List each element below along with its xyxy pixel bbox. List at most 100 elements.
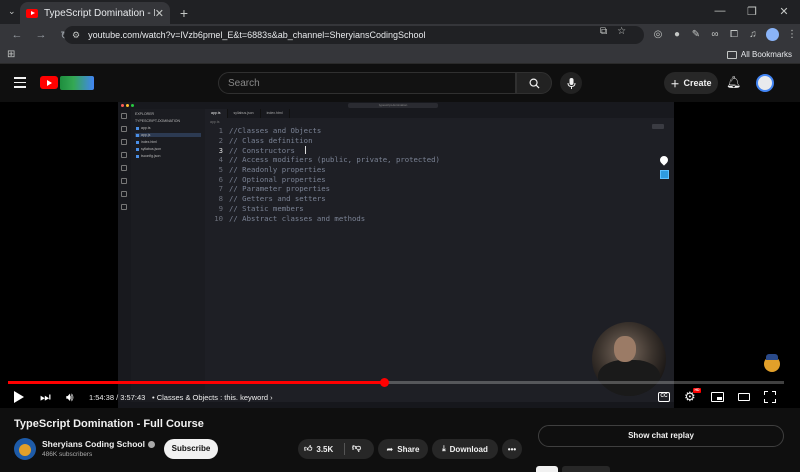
code-line: 5 // Readonly properties bbox=[205, 165, 440, 175]
youtube-doodle[interactable] bbox=[60, 76, 94, 90]
line-number: 9 bbox=[218, 203, 223, 213]
activity-bar bbox=[118, 109, 131, 408]
line-number: 5 bbox=[218, 165, 223, 175]
media-control-icon[interactable]: ♫ bbox=[747, 29, 759, 41]
create-button[interactable]: ＋ Create bbox=[664, 72, 718, 94]
search-input[interactable]: Search bbox=[218, 72, 516, 94]
filter-chip[interactable] bbox=[536, 466, 558, 472]
open-in-app-icon[interactable]: ⧉ bbox=[600, 26, 607, 37]
puzzle-extensions-icon[interactable]: ⧠ bbox=[728, 29, 740, 41]
all-bookmarks-label: All Bookmarks bbox=[740, 50, 792, 59]
share-icon: ➦ bbox=[386, 444, 394, 454]
progress-bar[interactable] bbox=[8, 378, 784, 387]
code-text: // Static members bbox=[229, 203, 304, 213]
like-count: 3.5K bbox=[316, 444, 334, 454]
back-button[interactable]: ← bbox=[8, 29, 26, 41]
editor-titlebar: typescript-domination bbox=[118, 102, 674, 109]
subscriber-count: 486K subscribers bbox=[42, 451, 93, 458]
plus-icon: ＋ bbox=[670, 78, 680, 89]
chapter-button[interactable]: • Classes & Objects : this. keyword › bbox=[152, 393, 273, 402]
site-info-icon[interactable]: ⚙ bbox=[72, 30, 80, 41]
line-number: 8 bbox=[218, 194, 223, 204]
presenter-webcam bbox=[592, 322, 666, 396]
line-number: 3 bbox=[218, 145, 223, 155]
video-frame-code-editor: typescript-domination EXPLORER TYPESCRIP… bbox=[118, 102, 674, 408]
notifications-bell-icon[interactable]: 🔔︎ bbox=[726, 75, 741, 89]
code-line: 7 // Parameter properties bbox=[205, 184, 440, 194]
file-item: index.html bbox=[135, 140, 201, 144]
player-controls: ⏭︎ 🔊︎ 1:54:38 / 3:57:43 • Classes & Obje… bbox=[0, 387, 800, 407]
code-text: // Access modifiers (public, private, pr… bbox=[229, 155, 440, 165]
volume-icon[interactable]: 🔊︎ bbox=[66, 390, 74, 404]
code-text: // Class definition bbox=[229, 136, 313, 146]
channel-name[interactable]: Sheryians Coding School bbox=[42, 439, 155, 449]
apps-grid-icon[interactable]: ⊞ bbox=[7, 49, 15, 60]
video-player[interactable]: typescript-domination EXPLORER TYPESCRIP… bbox=[0, 102, 800, 408]
filter-chip[interactable] bbox=[562, 466, 610, 472]
channel-avatar[interactable] bbox=[14, 438, 36, 460]
eyedropper-icon[interactable]: ✎ bbox=[690, 29, 702, 41]
channel-name-text: Sheryians Coding School bbox=[42, 439, 145, 449]
link-extension-icon[interactable]: ∞ bbox=[709, 29, 721, 41]
more-actions-button[interactable]: ••• bbox=[502, 439, 522, 459]
profile-avatar[interactable] bbox=[766, 28, 779, 41]
fullscreen-icon[interactable] bbox=[764, 391, 776, 403]
code-line: 8 // Getters and setters bbox=[205, 194, 440, 204]
extension-icon[interactable]: ◎ bbox=[652, 29, 664, 41]
chevron-right-icon: › bbox=[270, 393, 273, 402]
search-button[interactable] bbox=[516, 72, 552, 94]
address-bar[interactable]: ⚙ youtube.com/watch?v=lVzb6pmel_E&t=6883… bbox=[64, 26, 644, 44]
file-item: tsconfig.json bbox=[135, 154, 201, 158]
microphone-icon bbox=[567, 77, 575, 89]
new-tab-button[interactable]: + bbox=[174, 2, 194, 24]
location-pin-icon bbox=[658, 154, 670, 166]
scrubber-handle[interactable] bbox=[379, 378, 389, 387]
theater-mode-icon[interactable] bbox=[738, 393, 750, 401]
line-number: 7 bbox=[218, 184, 223, 194]
channel-watermark-icon[interactable] bbox=[764, 354, 780, 372]
search-icon bbox=[529, 78, 540, 89]
share-button[interactable]: ➦ Share bbox=[378, 439, 428, 459]
video-title: TypeScript Domination - Full Course bbox=[14, 418, 204, 430]
tab-search-icon[interactable]: ⌄ bbox=[8, 6, 16, 17]
show-chat-replay-button[interactable]: Show chat replay bbox=[538, 425, 784, 447]
subtitles-button[interactable]: CC bbox=[658, 392, 670, 402]
thumbs-down-icon[interactable]: 👎︎ bbox=[352, 442, 361, 453]
line-number: 6 bbox=[218, 174, 223, 184]
line-number: 10 bbox=[214, 213, 223, 223]
hd-badge: HD bbox=[693, 388, 701, 393]
window-dots bbox=[121, 104, 134, 107]
code-text: //Classes and Objects bbox=[229, 126, 322, 136]
tab-close-icon[interactable]: ✕ bbox=[155, 7, 164, 20]
code-line: 10 // Abstract classes and methods bbox=[205, 213, 440, 223]
close-window-button[interactable]: ✕ bbox=[768, 0, 800, 22]
editor-breadcrumb: app.ts bbox=[210, 120, 220, 124]
maximize-button[interactable]: ❐ bbox=[736, 0, 768, 22]
code-line: 1 //Classes and Objects bbox=[205, 126, 440, 136]
minimize-button[interactable]: — bbox=[704, 0, 736, 22]
video-overlay-icons bbox=[658, 154, 670, 179]
next-video-icon[interactable]: ⏭︎ bbox=[40, 390, 51, 404]
extensions-area: ◎ ● ✎ ∞ ⧠ ♫ ⋮ bbox=[652, 28, 798, 41]
browser-menu-icon[interactable]: ⋮ bbox=[786, 29, 798, 41]
bookmark-star-icon[interactable]: ☆ bbox=[617, 26, 626, 37]
download-button[interactable]: ⤓ Download bbox=[432, 439, 498, 459]
browser-tab[interactable]: TypeScript Domination - Full Co ✕ bbox=[20, 2, 170, 24]
youtube-header: Search ＋ Create 🔔︎ bbox=[0, 64, 800, 102]
forward-button[interactable]: → bbox=[32, 29, 50, 41]
subscribe-button[interactable]: Subscribe bbox=[164, 439, 218, 459]
youtube-logo-icon[interactable] bbox=[40, 76, 58, 89]
play-icon[interactable] bbox=[14, 391, 24, 403]
code-text: // Optional properties bbox=[229, 174, 326, 184]
voice-search-button[interactable] bbox=[560, 72, 582, 94]
menu-icon[interactable] bbox=[14, 77, 26, 91]
color-picker-extension-icon[interactable]: ● bbox=[671, 29, 683, 41]
line-number: 2 bbox=[218, 136, 223, 146]
code-line: 2 // Class definition bbox=[205, 136, 440, 146]
miniplayer-icon[interactable] bbox=[711, 392, 724, 402]
all-bookmarks[interactable]: All Bookmarks bbox=[726, 50, 792, 59]
account-avatar[interactable] bbox=[756, 74, 774, 92]
create-label: Create bbox=[683, 78, 712, 88]
download-icon: ⤓ bbox=[442, 444, 446, 453]
like-button[interactable]: 👍︎ 3.5K 👎︎ bbox=[298, 439, 374, 459]
